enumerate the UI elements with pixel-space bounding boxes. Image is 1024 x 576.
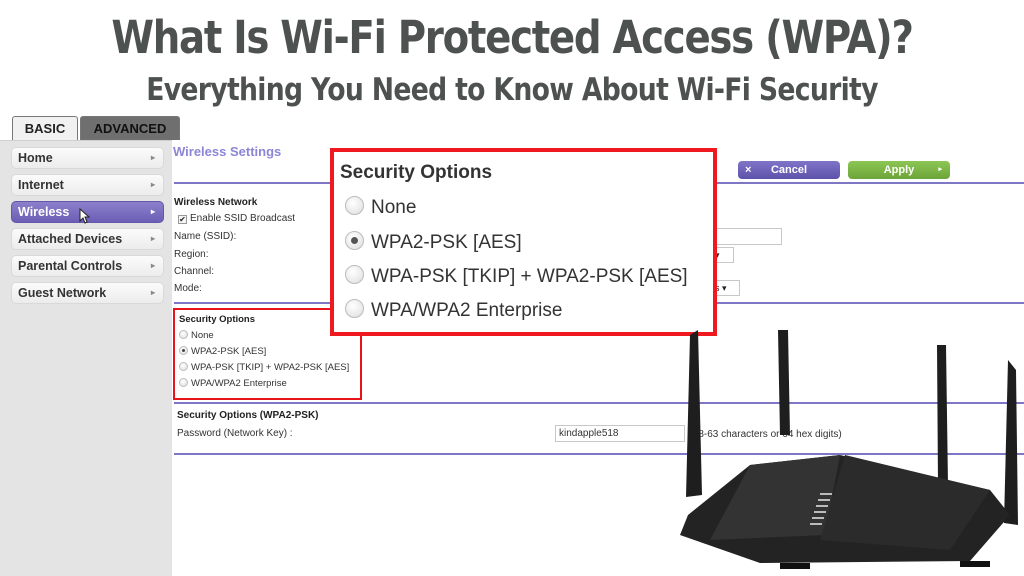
option-label: None	[371, 197, 417, 218]
radio-wpa2-psk[interactable]	[345, 231, 364, 250]
headline: What Is Wi-Fi Protected Access (WPA)?	[111, 11, 914, 64]
password-label: Password (Network Key) :	[177, 428, 293, 439]
option-label: WPA2-PSK [AES]	[371, 232, 522, 253]
enable-ssid-checkbox[interactable]: ✔	[178, 215, 187, 224]
tab-basic[interactable]: BASIC	[12, 116, 78, 140]
sidebar-item-label: Attached Devices	[18, 232, 123, 246]
chevron-right-icon: ▸	[150, 288, 155, 297]
tab-bar: BASIC ADVANCED	[12, 116, 180, 140]
mouse-cursor-icon	[79, 208, 91, 224]
chevron-right-icon: ▸	[150, 234, 155, 243]
channel-label: Channel:	[174, 266, 215, 277]
apply-button[interactable]: Apply ▸	[848, 161, 950, 179]
chevron-right-icon: ▸	[938, 166, 942, 173]
wpa2-section-heading: Security Options (WPA2-PSK)	[177, 410, 319, 421]
security-option-none[interactable]: None	[179, 330, 214, 341]
option-label: None	[191, 330, 214, 341]
security-option-wpa2-psk[interactable]: WPA2-PSK [AES]	[345, 231, 522, 254]
wireless-network-heading: Wireless Network	[174, 197, 258, 208]
router-image	[680, 330, 1018, 569]
option-label: WPA/WPA2 Enterprise	[191, 378, 287, 389]
mode-label: Mode:	[174, 283, 202, 294]
sidebar-item-label: Guest Network	[18, 286, 107, 300]
security-option-enterprise[interactable]: WPA/WPA2 Enterprise	[179, 378, 287, 389]
enable-ssid-broadcast[interactable]: ✔ Enable SSID Broadcast	[178, 213, 295, 224]
radio-none[interactable]	[345, 196, 364, 215]
sidebar-item-internet[interactable]: Internet ▸	[11, 174, 164, 196]
radio-wpa-wpa2-mixed[interactable]	[345, 265, 364, 284]
security-option-wpa2-psk[interactable]: WPA2-PSK [AES]	[179, 346, 266, 357]
sidebar-item-attached-devices[interactable]: Attached Devices ▸	[11, 228, 164, 250]
security-option-wpa-wpa2-mixed[interactable]: WPA-PSK [TKIP] + WPA2-PSK [AES]	[179, 362, 349, 373]
chevron-right-icon: ▸	[150, 261, 155, 270]
apply-label: Apply	[883, 164, 915, 176]
enable-ssid-label: Enable SSID Broadcast	[190, 213, 296, 224]
security-options-zoomed: Security Options None WPA2-PSK [AES] WPA…	[330, 148, 717, 336]
security-option-wpa-wpa2-mixed[interactable]: WPA-PSK [TKIP] + WPA2-PSK [AES]	[345, 265, 688, 288]
sidebar-item-parental-controls[interactable]: Parental Controls ▸	[11, 255, 164, 277]
radio-wpa2-psk[interactable]	[179, 346, 188, 355]
cancel-label: Cancel	[770, 164, 808, 176]
radio-enterprise[interactable]	[179, 378, 188, 387]
region-label: Region:	[174, 249, 209, 260]
tab-advanced[interactable]: ADVANCED	[80, 116, 180, 140]
sidebar: Home ▸ Internet ▸ Wireless ▸ Attached De…	[0, 140, 172, 576]
radio-enterprise[interactable]	[345, 299, 364, 318]
option-label: WPA/WPA2 Enterprise	[371, 300, 563, 321]
ssid-label: Name (SSID):	[174, 231, 237, 242]
page-title: Wireless Settings	[173, 144, 282, 159]
sidebar-item-guest-network[interactable]: Guest Network ▸	[11, 282, 164, 304]
sidebar-item-home[interactable]: Home ▸	[11, 147, 164, 169]
ssid-input[interactable]	[712, 228, 782, 245]
radio-none[interactable]	[179, 330, 188, 339]
cancel-button[interactable]: × Cancel	[738, 161, 840, 179]
security-options-heading: Security Options	[179, 314, 256, 325]
security-option-none[interactable]: None	[345, 196, 416, 219]
security-option-enterprise[interactable]: WPA/WPA2 Enterprise	[345, 299, 562, 322]
sidebar-item-label: Parental Controls	[18, 259, 123, 273]
sidebar-item-label: Wireless	[18, 205, 70, 219]
option-label: WPA2-PSK [AES]	[191, 346, 267, 357]
option-label: WPA-PSK [TKIP] + WPA2-PSK [AES]	[371, 266, 688, 287]
sidebar-item-label: Internet	[18, 178, 64, 192]
chevron-right-icon: ▸	[150, 153, 155, 162]
security-options-heading: Security Options	[340, 162, 493, 183]
chevron-right-icon: ▸	[150, 207, 155, 216]
chevron-right-icon: ▸	[150, 180, 155, 189]
subheadline: Everything You Need to Know About Wi-Fi …	[146, 72, 878, 108]
sidebar-item-label: Home	[18, 151, 53, 165]
radio-wpa-wpa2-mixed[interactable]	[179, 362, 188, 371]
option-label: WPA-PSK [TKIP] + WPA2-PSK [AES]	[191, 362, 350, 373]
